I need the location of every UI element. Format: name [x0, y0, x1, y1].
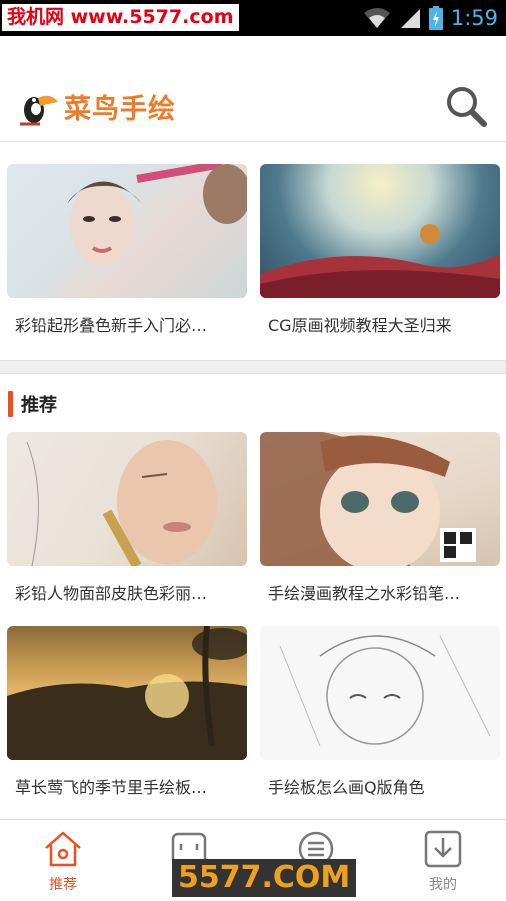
section-title: 推荐 — [21, 395, 57, 416]
status-icons: 1:59 — [363, 0, 498, 36]
pencil-face-image — [26, 440, 217, 566]
battery-icon — [428, 6, 443, 30]
video-card[interactable]: CG原画视频教程大圣归来 — [260, 164, 500, 335]
video-card[interactable]: 彩铅人物面部皮肤色彩丽… — [7, 432, 247, 603]
app-header: 菜鸟手绘 — [0, 36, 506, 142]
bottom-watermark: 5577.COM — [172, 859, 357, 897]
video-thumbnail — [7, 164, 247, 298]
video-title: 手绘板怎么画Q版角色 — [268, 778, 425, 797]
cg-art-image — [260, 224, 500, 298]
video-thumbnail — [7, 432, 247, 566]
video-card[interactable]: 手绘漫画教程之水彩铅笔… — [260, 432, 500, 603]
video-title: 彩铅起形叠色新手入门必… — [15, 316, 208, 335]
sunset-field-image — [7, 626, 247, 760]
video-thumbnail — [7, 626, 247, 760]
video-thumbnail — [260, 626, 500, 760]
video-card[interactable]: 草长莺飞的季节里手绘板… — [7, 626, 247, 797]
video-card[interactable]: 彩铅起形叠色新手入门必… — [7, 164, 247, 335]
search-icon — [447, 87, 487, 127]
app-logo: 菜鸟手绘 — [16, 84, 176, 128]
section-divider — [0, 360, 506, 374]
signal-icon — [400, 9, 420, 28]
video-thumbnail — [260, 164, 500, 298]
video-title: 草长莺飞的季节里手绘板… — [15, 778, 208, 797]
video-thumbnail — [260, 432, 500, 566]
tab-mine[interactable]: 我的 — [380, 820, 506, 901]
section-accent-bar — [8, 391, 13, 417]
section-header: 推荐 — [0, 388, 57, 420]
status-time: 1:59 — [450, 6, 498, 30]
download-icon — [424, 830, 462, 868]
search-button[interactable] — [444, 84, 488, 128]
pencil-portrait-image — [67, 164, 247, 266]
status-bar: 我机网 www.5577.com 1:59 — [0, 0, 506, 36]
toucan-icon — [20, 95, 58, 126]
home-icon — [45, 831, 81, 867]
logo-text: 菜鸟手绘 — [64, 93, 176, 125]
tab-label: 我的 — [429, 877, 457, 893]
anime-girl-image — [260, 432, 476, 566]
chibi-sketch-image — [279, 635, 491, 747]
tab-label: 推荐 — [49, 877, 77, 893]
tab-recommend[interactable]: 推荐 — [0, 820, 126, 901]
video-title: CG原画视频教程大圣归来 — [268, 316, 452, 335]
watermark-label: 我机网 www.5577.com — [2, 4, 239, 31]
video-card[interactable]: 手绘板怎么画Q版角色 — [260, 626, 500, 797]
video-title: 彩铅人物面部皮肤色彩丽… — [15, 584, 208, 603]
video-title: 手绘漫画教程之水彩铅笔… — [268, 584, 461, 603]
wifi-icon — [363, 8, 390, 28]
